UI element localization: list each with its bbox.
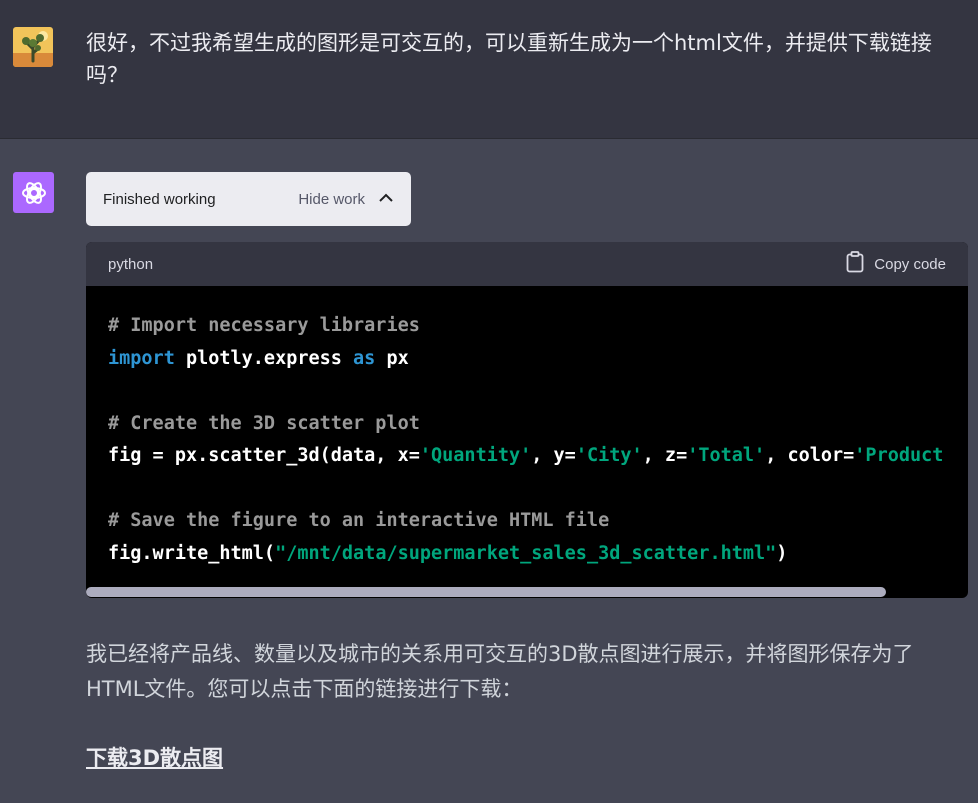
code-content: # Import necessary libraries import plot…	[86, 286, 968, 570]
code-line: # Save the figure to an interactive HTML…	[108, 510, 610, 531]
hide-work-button[interactable]: Hide work	[298, 191, 365, 208]
user-message-text: 很好，不过我希望生成的图形是可交互的，可以重新生成为一个html文件，并提供下载…	[86, 31, 932, 87]
copy-code-label: Copy code	[874, 255, 946, 273]
openai-logo-icon	[13, 172, 54, 213]
code-line: # Import necessary libraries	[108, 315, 420, 336]
code-line: import plotly.express as px	[108, 347, 409, 369]
code-line: fig = px.scatter_3d(data, x='Quantity', …	[108, 445, 944, 466]
work-status-toggle[interactable]: Finished working Hide work	[86, 172, 411, 226]
assistant-answer-text: 我已经将产品线、数量以及城市的关系用可交互的3D散点图进行展示，并将图形保存为了…	[86, 642, 914, 701]
work-status-label: Finished working	[103, 190, 216, 208]
code-block: python Copy code # Import necessary libr…	[86, 242, 968, 598]
code-line: # Create the 3D scatter plot	[108, 412, 420, 434]
download-link[interactable]: 下载3D散点图	[86, 742, 223, 772]
user-message-row: 很好，不过我希望生成的图形是可交互的，可以重新生成为一个html文件，并提供下载…	[0, 0, 978, 139]
code-language-label: python	[108, 255, 154, 273]
code-horizontal-scrollbar[interactable]	[86, 587, 886, 597]
clipboard-icon	[846, 251, 864, 277]
code-header: python Copy code	[86, 242, 968, 286]
copy-code-button[interactable]: Copy code	[846, 251, 946, 277]
joshua-tree-avatar-icon	[13, 27, 53, 67]
assistant-message-row: Finished working Hide work python Copy c…	[0, 139, 978, 803]
code-line: fig.write_html("/mnt/data/supermarket_sa…	[108, 542, 788, 564]
chevron-up-icon[interactable]	[379, 190, 393, 208]
